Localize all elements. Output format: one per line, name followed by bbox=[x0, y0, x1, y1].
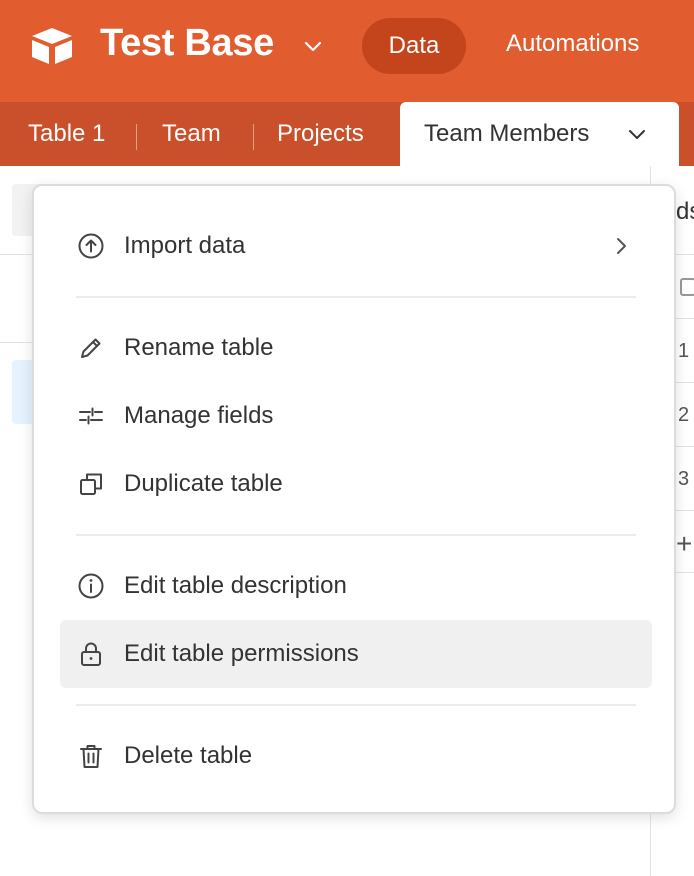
tab-team-members[interactable]: Team Members bbox=[400, 102, 679, 166]
menu-divider bbox=[76, 704, 636, 706]
tab-divider bbox=[253, 124, 254, 150]
pencil-icon bbox=[76, 333, 106, 363]
chevron-down-icon[interactable] bbox=[302, 36, 324, 56]
menu-item-edit-permissions[interactable]: Edit table permissions bbox=[60, 620, 652, 688]
upload-circle-icon bbox=[76, 231, 106, 261]
nav-data-button[interactable]: Data bbox=[362, 18, 466, 74]
table-options-menu: Import data Rename table Manage fields D… bbox=[32, 184, 676, 814]
chevron-right-icon bbox=[617, 238, 626, 254]
duplicate-icon bbox=[76, 469, 106, 499]
tab-projects[interactable]: Projects bbox=[277, 120, 364, 148]
menu-item-rename-table[interactable]: Rename table bbox=[60, 314, 652, 382]
grid-header-partial-text: ds bbox=[676, 198, 694, 225]
add-row-button[interactable]: + bbox=[676, 528, 692, 560]
menu-item-label: Edit table permissions bbox=[124, 640, 359, 667]
menu-divider bbox=[76, 534, 636, 536]
sliders-icon bbox=[76, 401, 106, 431]
chevron-down-icon[interactable] bbox=[626, 124, 648, 144]
menu-item-delete-table[interactable]: Delete table bbox=[60, 722, 652, 790]
row-number: 1 bbox=[678, 340, 690, 362]
menu-item-label: Delete table bbox=[124, 742, 253, 769]
row-number: 3 bbox=[678, 468, 690, 490]
menu-item-label: Import data bbox=[124, 232, 246, 259]
menu-divider bbox=[76, 296, 636, 298]
tab-team[interactable]: Team bbox=[162, 120, 221, 148]
menu-item-duplicate-table[interactable]: Duplicate table bbox=[60, 450, 652, 518]
divider bbox=[0, 254, 32, 255]
trash-icon bbox=[76, 741, 106, 771]
menu-item-label: Duplicate table bbox=[124, 470, 283, 497]
select-all-checkbox[interactable] bbox=[680, 278, 694, 296]
menu-item-label: Rename table bbox=[124, 334, 274, 361]
tab-divider bbox=[136, 124, 137, 150]
menu-item-import-data[interactable]: Import data bbox=[60, 212, 652, 280]
top-header: Test Base Data Automations bbox=[0, 0, 694, 102]
divider bbox=[0, 342, 32, 343]
nav-automations-button[interactable]: Automations bbox=[506, 30, 639, 58]
info-icon bbox=[76, 571, 106, 601]
base-logo-icon[interactable] bbox=[28, 26, 76, 66]
lock-icon bbox=[76, 639, 106, 669]
menu-item-label: Edit table description bbox=[124, 572, 347, 599]
menu-item-edit-description[interactable]: Edit table description bbox=[60, 552, 652, 620]
menu-item-label: Manage fields bbox=[124, 402, 274, 429]
menu-item-manage-fields[interactable]: Manage fields bbox=[60, 382, 652, 450]
tab-table-1[interactable]: Table 1 bbox=[28, 120, 105, 148]
tab-team-members-label: Team Members bbox=[424, 120, 590, 147]
base-title[interactable]: Test Base bbox=[100, 22, 274, 65]
row-number: 2 bbox=[678, 404, 690, 426]
